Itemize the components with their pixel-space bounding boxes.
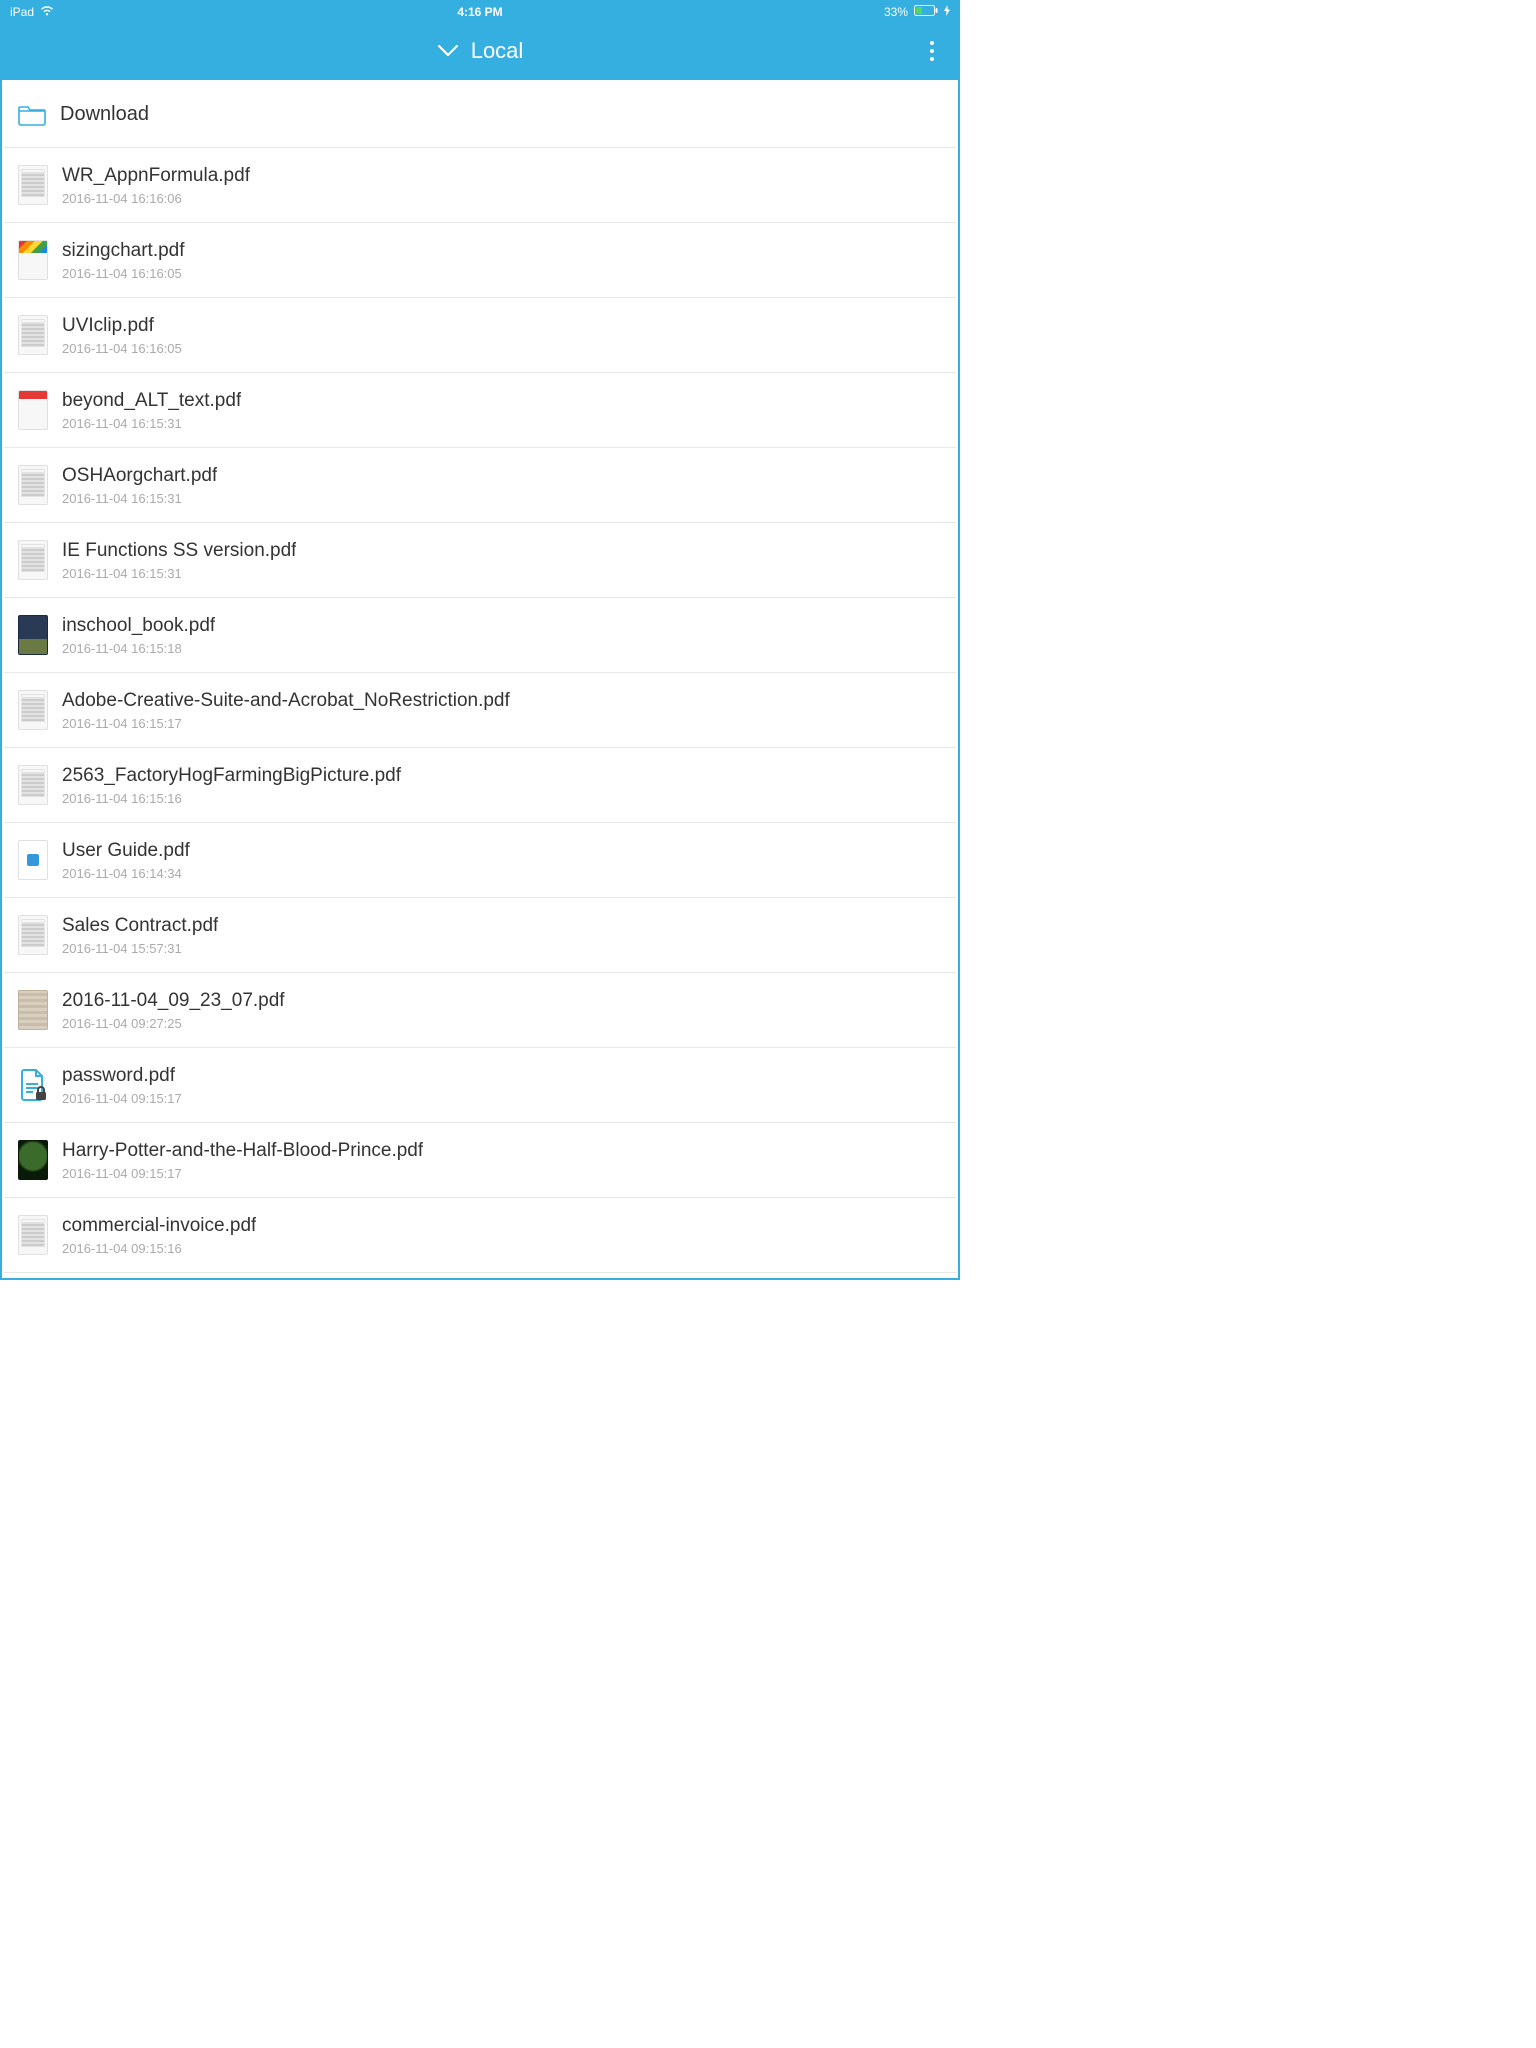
battery-percent: 33% bbox=[884, 5, 908, 19]
file-row[interactable]: Sales Contract.pdf 2016-11-04 15:57:31 bbox=[4, 898, 956, 973]
file-name: beyond_ALT_text.pdf bbox=[62, 390, 241, 412]
file-date: 2016-11-04 16:15:16 bbox=[62, 791, 401, 806]
file-name: IE Functions SS version.pdf bbox=[62, 540, 296, 562]
file-row[interactable]: Harry-Potter-and-the-Half-Blood-Prince.p… bbox=[4, 1123, 956, 1198]
more-menu-button[interactable] bbox=[920, 39, 944, 63]
file-name: OSHAorgchart.pdf bbox=[62, 465, 217, 487]
file-thumbnail bbox=[18, 990, 48, 1030]
file-name: Sales Contract.pdf bbox=[62, 915, 218, 937]
nav-bar: Local bbox=[2, 22, 958, 80]
file-date: 2016-11-04 16:16:05 bbox=[62, 341, 182, 356]
file-date: 2016-11-04 15:57:31 bbox=[62, 941, 218, 956]
file-row[interactable]: password.pdf 2016-11-04 09:15:17 bbox=[4, 1048, 956, 1123]
file-date: 2016-11-04 16:14:34 bbox=[62, 866, 190, 881]
file-row[interactable]: OSHAorgchart.pdf 2016-11-04 16:15:31 bbox=[4, 448, 956, 523]
file-thumbnail bbox=[18, 840, 48, 880]
file-date: 2016-11-04 16:15:18 bbox=[62, 641, 215, 656]
file-thumbnail bbox=[18, 690, 48, 730]
file-name: commercial-invoice.pdf bbox=[62, 1215, 256, 1237]
file-thumbnail bbox=[18, 615, 48, 655]
file-row[interactable]: inschool_book.pdf 2016-11-04 16:15:18 bbox=[4, 598, 956, 673]
file-name: WR_AppnFormula.pdf bbox=[62, 165, 250, 187]
file-row[interactable]: 2563_FactoryHogFarmingBigPicture.pdf 2016… bbox=[4, 748, 956, 823]
more-vertical-icon bbox=[930, 41, 934, 61]
file-thumbnail bbox=[18, 465, 48, 505]
nav-title-dropdown[interactable]: Local bbox=[437, 38, 524, 64]
file-thumbnail bbox=[18, 165, 48, 205]
file-row[interactable]: commercial-invoice.pdf 2016-11-04 09:15:1… bbox=[4, 1198, 956, 1273]
file-row[interactable]: 2016-11-04_09_23_07.pdf 2016-11-04 09:27:… bbox=[4, 973, 956, 1048]
file-date: 2016-11-04 09:27:25 bbox=[62, 1016, 285, 1031]
charging-icon bbox=[944, 5, 950, 19]
file-name: Adobe-Creative-Suite-and-Acrobat_NoRestr… bbox=[62, 690, 510, 712]
file-date: 2016-11-04 09:15:17 bbox=[62, 1166, 423, 1181]
file-meta: 2563_FactoryHogFarmingBigPicture.pdf 2016… bbox=[62, 765, 401, 806]
file-date: 2016-11-04 16:16:05 bbox=[62, 266, 185, 281]
file-meta: password.pdf 2016-11-04 09:15:17 bbox=[62, 1065, 182, 1106]
file-meta: WR_AppnFormula.pdf 2016-11-04 16:16:06 bbox=[62, 165, 250, 206]
file-meta: User Guide.pdf 2016-11-04 16:14:34 bbox=[62, 840, 190, 881]
file-name: 2563_FactoryHogFarmingBigPicture.pdf bbox=[62, 765, 401, 787]
file-row[interactable]: WR_AppnFormula.pdf 2016-11-04 16:16:06 bbox=[4, 148, 956, 223]
file-thumbnail bbox=[18, 1065, 48, 1105]
file-thumbnail bbox=[18, 240, 48, 280]
file-meta: commercial-invoice.pdf 2016-11-04 09:15:1… bbox=[62, 1215, 256, 1256]
file-name: sizingchart.pdf bbox=[62, 240, 185, 262]
file-date: 2016-11-04 16:15:31 bbox=[62, 491, 217, 506]
file-meta: beyond_ALT_text.pdf 2016-11-04 16:15:31 bbox=[62, 390, 241, 431]
folder-name: Download bbox=[60, 103, 149, 126]
file-meta: Harry-Potter-and-the-Half-Blood-Prince.p… bbox=[62, 1140, 423, 1181]
file-date: 2016-11-04 09:15:17 bbox=[62, 1091, 182, 1106]
file-meta: OSHAorgchart.pdf 2016-11-04 16:15:31 bbox=[62, 465, 217, 506]
file-thumbnail bbox=[18, 1140, 48, 1180]
wifi-icon bbox=[40, 5, 54, 19]
file-thumbnail bbox=[18, 540, 48, 580]
file-thumbnail bbox=[18, 390, 48, 430]
file-meta: sizingchart.pdf 2016-11-04 16:16:05 bbox=[62, 240, 185, 281]
file-name: Harry-Potter-and-the-Half-Blood-Prince.p… bbox=[62, 1140, 423, 1162]
file-thumbnail bbox=[18, 315, 48, 355]
file-date: 2016-11-04 16:15:17 bbox=[62, 716, 510, 731]
file-thumbnail bbox=[18, 765, 48, 805]
content-area: Download WR_AppnFormula.pdf 2016-11-04 16… bbox=[4, 82, 956, 1276]
file-meta: UVIclip.pdf 2016-11-04 16:16:05 bbox=[62, 315, 182, 356]
device-label: iPad bbox=[10, 5, 34, 19]
file-name: UVIclip.pdf bbox=[62, 315, 182, 337]
file-thumbnail bbox=[18, 915, 48, 955]
file-name: password.pdf bbox=[62, 1065, 182, 1087]
file-date: 2016-11-04 16:15:31 bbox=[62, 416, 241, 431]
file-thumbnail bbox=[18, 1215, 48, 1255]
file-meta: Adobe-Creative-Suite-and-Acrobat_NoRestr… bbox=[62, 690, 510, 731]
file-list: WR_AppnFormula.pdf 2016-11-04 16:16:06 siz… bbox=[4, 148, 956, 1273]
status-time: 4:16 PM bbox=[457, 5, 502, 19]
file-name: User Guide.pdf bbox=[62, 840, 190, 862]
file-date: 2016-11-04 09:15:16 bbox=[62, 1241, 256, 1256]
file-meta: Sales Contract.pdf 2016-11-04 15:57:31 bbox=[62, 915, 218, 956]
status-bar: iPad 4:16 PM 33% bbox=[2, 2, 958, 22]
file-row[interactable]: User Guide.pdf 2016-11-04 16:14:34 bbox=[4, 823, 956, 898]
battery-icon bbox=[914, 5, 938, 19]
chevron-down-icon bbox=[437, 38, 459, 64]
folder-row[interactable]: Download bbox=[4, 82, 956, 148]
file-name: inschool_book.pdf bbox=[62, 615, 215, 637]
file-meta: inschool_book.pdf 2016-11-04 16:15:18 bbox=[62, 615, 215, 656]
file-name: 2016-11-04_09_23_07.pdf bbox=[62, 990, 285, 1012]
file-row[interactable]: beyond_ALT_text.pdf 2016-11-04 16:15:31 bbox=[4, 373, 956, 448]
folder-icon bbox=[18, 104, 46, 126]
file-date: 2016-11-04 16:15:31 bbox=[62, 566, 296, 581]
file-row[interactable]: sizingchart.pdf 2016-11-04 16:16:05 bbox=[4, 223, 956, 298]
file-meta: 2016-11-04_09_23_07.pdf 2016-11-04 09:27:… bbox=[62, 990, 285, 1031]
file-date: 2016-11-04 16:16:06 bbox=[62, 191, 250, 206]
file-row[interactable]: IE Functions SS version.pdf 2016-11-04 16… bbox=[4, 523, 956, 598]
file-row[interactable]: UVIclip.pdf 2016-11-04 16:16:05 bbox=[4, 298, 956, 373]
nav-title: Local bbox=[471, 38, 524, 64]
file-row[interactable]: Adobe-Creative-Suite-and-Acrobat_NoRestr… bbox=[4, 673, 956, 748]
file-meta: IE Functions SS version.pdf 2016-11-04 16… bbox=[62, 540, 296, 581]
